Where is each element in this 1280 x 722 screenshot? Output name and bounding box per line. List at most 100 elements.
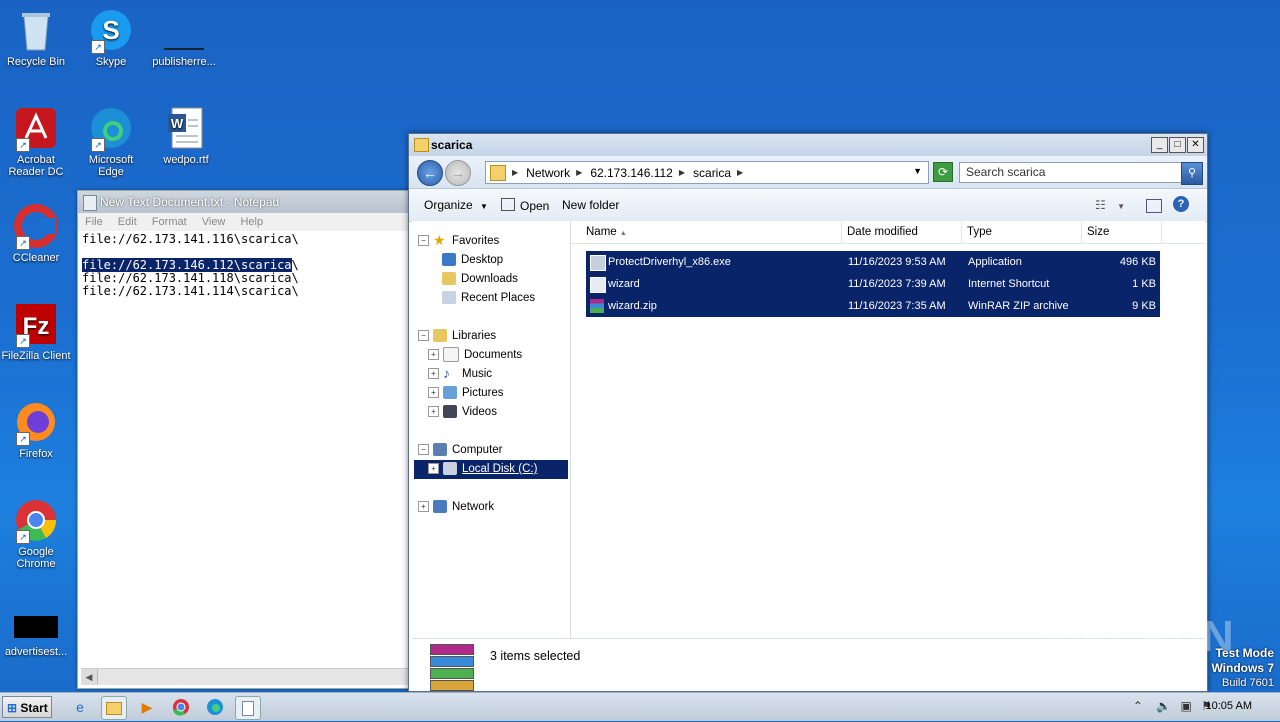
- desktop-icon-filezilla[interactable]: Fz ↗ FileZilla Client: [0, 302, 72, 362]
- view-options-icon[interactable]: ☷ ▼: [1095, 198, 1125, 212]
- organize-button[interactable]: Organize ▼: [424, 198, 488, 212]
- desktop-icon-acrobat[interactable]: ↗ Acrobat Reader DC: [0, 106, 72, 178]
- nav-favorites[interactable]: − ★ Favorites: [418, 232, 499, 251]
- chevron-down-icon[interactable]: ▼: [913, 166, 922, 176]
- explorer-title-bar[interactable]: scarica _ □ ✕: [409, 134, 1207, 156]
- breadcrumb-host[interactable]: 62.173.146.112: [590, 166, 673, 180]
- text-line: file://62.173.141.116\scarica\: [82, 232, 299, 246]
- desktop-icon-advertisest[interactable]: advertisest...: [0, 606, 72, 658]
- explorer-taskbar-icon[interactable]: [101, 696, 127, 720]
- nav-music[interactable]: + ♪ Music: [428, 365, 492, 384]
- nav-recent-places[interactable]: Recent Places: [442, 289, 535, 308]
- file-row[interactable]: wizard.zip 11/16/2023 7:35 AM WinRAR ZIP…: [586, 295, 1160, 317]
- menu-view[interactable]: View: [202, 216, 226, 228]
- show-hidden-icons-icon[interactable]: ⌃: [1133, 699, 1143, 713]
- maximize-button[interactable]: □: [1169, 137, 1186, 153]
- expand-icon[interactable]: +: [428, 463, 439, 475]
- desktop-icon-label: Recycle Bin: [6, 56, 66, 68]
- winrar-stack-icon: [430, 644, 474, 691]
- nav-label: Desktop: [461, 254, 504, 266]
- clock[interactable]: 10:05 AM: [1206, 700, 1252, 712]
- preview-pane-icon[interactable]: [1146, 199, 1162, 213]
- desktop-icon-recycle-bin[interactable]: Recycle Bin: [0, 8, 72, 68]
- nav-label: Libraries: [452, 330, 497, 342]
- desktop-icon-edge[interactable]: ↗ Microsoft Edge: [75, 106, 147, 178]
- chrome-taskbar-icon[interactable]: [169, 696, 193, 718]
- address-bar-area: ← → ▶ Network ▶ 62.173.146.112 ▶ scarica…: [409, 156, 1207, 189]
- shortcut-arrow-icon: ↗: [91, 138, 105, 152]
- column-type[interactable]: Type: [961, 221, 1082, 243]
- desktop-icon-label: advertisest...: [4, 646, 68, 658]
- notepad-window[interactable]: New Text Document.txt - Notepad File Edi…: [77, 190, 412, 689]
- notepad-text-area[interactable]: file://62.173.141.116\scarica\ file://62…: [78, 231, 411, 300]
- column-name[interactable]: Name ▲: [580, 221, 842, 243]
- explorer-window[interactable]: scarica _ □ ✕ ← → ▶ Network ▶ 62.173.146…: [408, 133, 1208, 692]
- nav-pictures[interactable]: + Pictures: [428, 384, 504, 403]
- network-tray-icon[interactable]: ▣: [1181, 699, 1192, 713]
- scroll-left-icon[interactable]: ◀: [81, 669, 98, 685]
- column-size[interactable]: Size: [1081, 221, 1162, 243]
- desktop-icon-skype[interactable]: S ↗ Skype: [75, 8, 147, 68]
- chevron-right-icon[interactable]: ▶: [737, 168, 743, 177]
- desktop-icon-firefox[interactable]: ↗ Firefox: [0, 400, 72, 460]
- nav-local-disk[interactable]: + Local Disk (C:): [414, 460, 568, 479]
- new-folder-button[interactable]: New folder: [562, 198, 619, 212]
- nav-network[interactable]: + Network: [418, 498, 494, 517]
- collapse-icon[interactable]: −: [418, 330, 429, 342]
- search-input[interactable]: Search scarica: [959, 162, 1187, 183]
- nav-videos[interactable]: + Videos: [428, 403, 497, 422]
- open-label: Open: [520, 199, 550, 213]
- expand-icon[interactable]: +: [418, 501, 429, 513]
- media-player-icon[interactable]: ▶: [135, 696, 159, 718]
- nav-computer[interactable]: − Computer: [418, 441, 503, 460]
- chrome-icon: ↗: [14, 498, 58, 544]
- horizontal-scrollbar[interactable]: ◀: [81, 668, 411, 685]
- forward-button[interactable]: →: [445, 160, 471, 186]
- chevron-right-icon[interactable]: ▶: [576, 168, 582, 177]
- skype-icon: S ↗: [89, 8, 133, 54]
- menu-edit[interactable]: Edit: [118, 216, 137, 228]
- desktop-icon-ccleaner[interactable]: ↗ CCleaner: [0, 204, 72, 264]
- desktop-icon-chrome[interactable]: ↗ Google Chrome: [0, 498, 72, 570]
- notepad-title-bar[interactable]: New Text Document.txt - Notepad: [78, 191, 411, 213]
- notepad-taskbar-icon[interactable]: [235, 696, 261, 720]
- menu-file[interactable]: File: [85, 216, 103, 228]
- windows-logo-icon: ⊞: [7, 701, 18, 715]
- expand-icon[interactable]: +: [428, 349, 439, 361]
- nav-libraries[interactable]: − Libraries: [418, 327, 496, 346]
- chevron-right-icon[interactable]: ▶: [679, 168, 685, 177]
- filezilla-icon: Fz ↗: [14, 302, 58, 348]
- collapse-icon[interactable]: −: [418, 444, 429, 456]
- minimize-button[interactable]: _: [1151, 137, 1168, 153]
- desktop-icon-publisher[interactable]: publisherre...: [148, 8, 220, 68]
- file-row[interactable]: ProtectDriverhyl_x86.exe 11/16/2023 9:53…: [586, 251, 1160, 273]
- edge-taskbar-icon[interactable]: [203, 696, 227, 718]
- expand-icon[interactable]: +: [428, 368, 439, 380]
- menu-format[interactable]: Format: [152, 216, 187, 228]
- file-row[interactable]: wizard 11/16/2023 7:39 AM Internet Short…: [586, 273, 1160, 295]
- start-button[interactable]: ⊞ Start: [2, 696, 52, 718]
- nav-desktop[interactable]: Desktop: [442, 251, 503, 270]
- breadcrumb-scarica[interactable]: scarica: [693, 166, 731, 180]
- chevron-right-icon[interactable]: ▶: [512, 168, 518, 177]
- refresh-icon[interactable]: ⟳: [933, 162, 953, 182]
- nav-documents[interactable]: + Documents: [428, 346, 522, 365]
- nav-downloads[interactable]: Downloads: [442, 270, 518, 289]
- column-date-modified[interactable]: Date modified: [841, 221, 962, 243]
- open-button[interactable]: Open: [501, 198, 549, 213]
- desktop-icon-wedpo[interactable]: W wedpo.rtf: [150, 106, 222, 166]
- volume-icon[interactable]: 🔈: [1156, 699, 1171, 713]
- edge-icon: ↗: [89, 106, 133, 152]
- expand-icon[interactable]: +: [428, 387, 439, 399]
- breadcrumb-network[interactable]: Network: [526, 166, 570, 180]
- folder-icon: [414, 138, 429, 152]
- address-bar[interactable]: ▶ Network ▶ 62.173.146.112 ▶ scarica ▶ ▼: [485, 161, 929, 184]
- close-button[interactable]: ✕: [1187, 137, 1204, 153]
- menu-help[interactable]: Help: [240, 216, 263, 228]
- back-button[interactable]: ←: [417, 160, 443, 186]
- search-icon[interactable]: ⚲: [1181, 162, 1203, 185]
- ie-icon[interactable]: e: [68, 696, 92, 718]
- help-icon[interactable]: ?: [1173, 196, 1189, 212]
- expand-icon[interactable]: +: [428, 406, 439, 418]
- collapse-icon[interactable]: −: [418, 235, 429, 247]
